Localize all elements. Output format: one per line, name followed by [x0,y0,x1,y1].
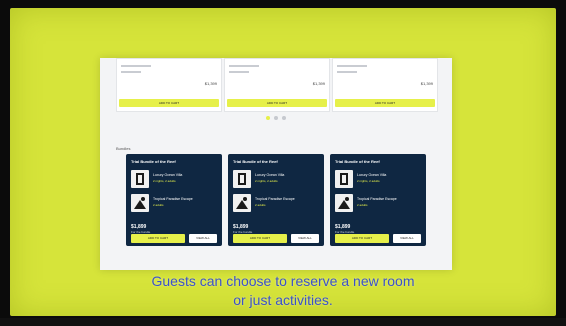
room-price: $1,399 [312,81,325,86]
bundle-card: Trial Bundle of the Reef Luxury Ocean Vi… [126,154,222,246]
carousel-dot[interactable] [266,116,270,120]
caption-line: Guests can choose to reserve a new room [151,273,415,289]
add-to-cart-button[interactable]: ADD TO CART [227,99,327,107]
add-bundle-to-cart-button[interactable]: ADD TO CART [335,234,389,243]
bundle-item: Tropical Paradise Escape 2 adults [131,194,217,214]
room-detail-placeholder [229,71,249,73]
bundle-item: Luxury Ocean Villa 2 nights, 2 adults [335,170,421,190]
room-detail-placeholder [121,71,141,73]
bundle-item-name: Luxury Ocean Villa [357,173,387,177]
carousel-dot[interactable] [282,116,286,120]
room-price: $1,399 [204,81,217,86]
bundle-item-detail: 2 adults [255,203,266,207]
room-card: $1,399 ADD TO CART [116,58,222,112]
bundle-item: Luxury Ocean Villa 2 nights, 2 adults [131,170,217,190]
add-to-cart-button[interactable]: ADD TO CART [335,99,435,107]
room-card: $1,399 ADD TO CART [332,58,438,112]
view-bundle-button[interactable]: VIEW ALL [189,234,217,243]
bundle-card: Trial Bundle of the Reef Luxury Ocean Vi… [330,154,426,246]
bundle-title: Trial Bundle of the Reef [131,159,176,164]
bundle-item-detail: 2 adults [153,203,164,207]
room-price: $1,399 [420,81,433,86]
bundle-item-name: Luxury Ocean Villa [255,173,285,177]
room-thumbnail [233,170,251,188]
add-bundle-to-cart-button[interactable]: ADD TO CART [233,234,287,243]
room-title-placeholder [229,65,259,67]
bundle-item: Tropical Paradise Escape 2 adults [233,194,319,214]
bundle-item-detail: 2 adults [357,203,368,207]
room-thumbnail [335,170,353,188]
bundle-item-name: Tropical Paradise Escape [153,197,193,201]
activity-thumbnail [335,194,353,212]
bundle-item-detail: 2 nights, 2 adults [357,179,380,183]
bundle-item-detail: 2 nights, 2 adults [255,179,278,183]
bundle-item-name: Luxury Ocean Villa [153,173,183,177]
bundle-item-detail: 2 nights, 2 adults [153,179,176,183]
bundle-title: Trial Bundle of the Reef [335,159,380,164]
room-title-placeholder [121,65,151,67]
view-bundle-button[interactable]: VIEW ALL [393,234,421,243]
room-title-placeholder [337,65,367,67]
video-caption: Guests can choose to reserve a new room … [10,272,556,310]
bundle-item: Tropical Paradise Escape 2 adults [335,194,421,214]
monitor-bezel [0,318,566,326]
booking-app-window: $1,399 ADD TO CART $1,399 ADD TO CART $1… [100,58,452,270]
caption-line: or just activities. [233,292,333,308]
carousel-pagination [266,116,286,120]
view-bundle-button[interactable]: VIEW ALL [291,234,319,243]
bundle-item-name: Tropical Paradise Escape [357,197,397,201]
activity-thumbnail [233,194,251,212]
room-thumbnail [131,170,149,188]
bundle-item: Luxury Ocean Villa 2 nights, 2 adults [233,170,319,190]
add-bundle-to-cart-button[interactable]: ADD TO CART [131,234,185,243]
bundle-item-name: Tropical Paradise Escape [255,197,295,201]
room-detail-placeholder [337,71,357,73]
bundle-card: Trial Bundle of the Reef Luxury Ocean Vi… [228,154,324,246]
carousel-dot[interactable] [274,116,278,120]
section-heading: Bundles [116,146,131,151]
bundle-title: Trial Bundle of the Reef [233,159,278,164]
room-card: $1,399 ADD TO CART [224,58,330,112]
activity-thumbnail [131,194,149,212]
add-to-cart-button[interactable]: ADD TO CART [119,99,219,107]
